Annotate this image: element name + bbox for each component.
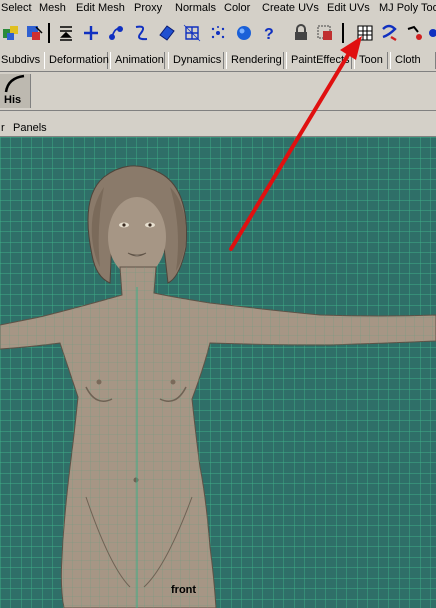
surface-icon[interactable] xyxy=(156,22,178,44)
camera-label: front xyxy=(171,584,197,596)
sphere-icon[interactable] xyxy=(233,22,255,44)
snap-icon[interactable] xyxy=(403,22,425,44)
menu-mesh[interactable]: Mesh xyxy=(39,2,66,14)
select-by-component-icon[interactable] xyxy=(0,22,22,44)
menu-color[interactable]: Color xyxy=(224,2,250,14)
menu-select[interactable]: Select xyxy=(1,2,32,14)
panel-menu-panels[interactable]: Panels xyxy=(13,122,47,134)
plus-icon[interactable] xyxy=(80,22,102,44)
shelf: His xyxy=(0,72,436,111)
divider xyxy=(0,111,436,119)
svg-text:?: ? xyxy=(264,26,274,43)
menu-mj-poly-tools[interactable]: MJ Poly Too xyxy=(379,2,436,14)
toolbar-overflow-icon[interactable] xyxy=(425,22,436,44)
soft-mod-icon[interactable] xyxy=(105,22,127,44)
tab-animation[interactable]: Animation xyxy=(110,52,165,69)
tab-deformation[interactable]: Deformation xyxy=(44,52,109,69)
toolbar-separator xyxy=(47,23,51,43)
history-shelf-button[interactable]: His xyxy=(0,74,31,108)
menu-bar: Select Mesh Edit Mesh Proxy Normals Colo… xyxy=(0,0,436,18)
magnet-icon[interactable] xyxy=(378,22,400,44)
lock-icon[interactable] xyxy=(290,22,312,44)
tab-subdivs[interactable]: Subdivs xyxy=(0,52,46,69)
tab-rendering[interactable]: Rendering xyxy=(226,52,284,69)
curve-tool-icon[interactable] xyxy=(130,22,152,44)
menu-normals[interactable]: Normals xyxy=(175,2,216,14)
toolbar-separator xyxy=(341,23,345,43)
menu-proxy[interactable]: Proxy xyxy=(134,2,162,14)
particle-icon[interactable] xyxy=(207,22,229,44)
menu-edit-uvs[interactable]: Edit UVs xyxy=(327,2,370,14)
panel-menu-bar: r Panels xyxy=(0,119,436,137)
collapse-icon[interactable] xyxy=(55,22,77,44)
help-icon[interactable]: ? xyxy=(258,22,280,44)
history-shelf-label: His xyxy=(4,94,22,106)
viewport-canvas xyxy=(0,137,436,608)
tab-painteffects[interactable]: PaintEffects xyxy=(286,52,352,69)
lattice-icon[interactable] xyxy=(181,22,203,44)
tab-toon[interactable]: Toon xyxy=(354,52,388,69)
history-icon xyxy=(4,74,25,93)
front-viewport[interactable]: front xyxy=(0,137,436,608)
status-toolbar: ? xyxy=(0,18,436,50)
paint-select-icon[interactable] xyxy=(23,22,45,44)
panel-menu-renderer[interactable]: r xyxy=(1,122,5,134)
tab-dynamics[interactable]: Dynamics xyxy=(168,52,224,69)
shelf-tabs: Subdivs Deformation Animation Dynamics R… xyxy=(0,51,436,72)
uv-texture-editor-icon[interactable] xyxy=(354,22,376,44)
component-select-icon[interactable] xyxy=(314,22,336,44)
menu-edit-mesh[interactable]: Edit Mesh xyxy=(76,2,125,14)
tab-cloth[interactable]: Cloth xyxy=(390,52,436,69)
menu-create-uvs[interactable]: Create UVs xyxy=(262,2,319,14)
